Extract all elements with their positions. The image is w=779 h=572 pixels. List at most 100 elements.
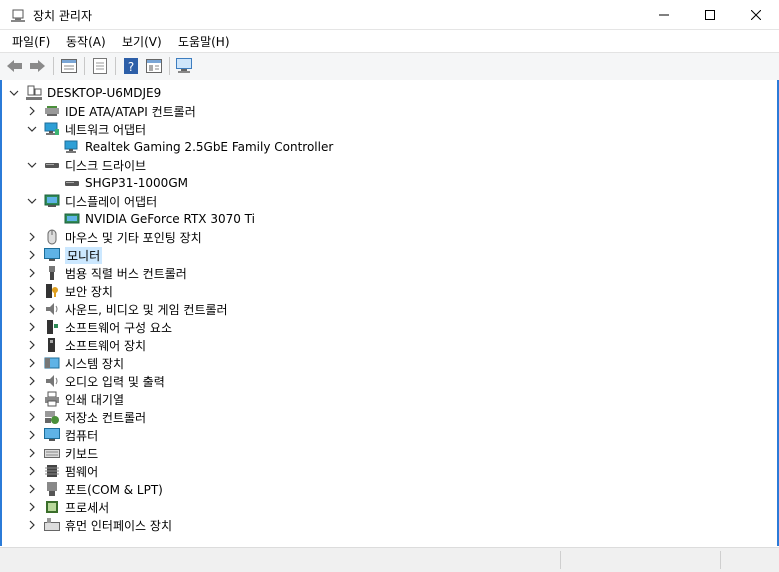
node-label: 오디오 입력 및 출력	[65, 374, 165, 389]
chevron-down-icon[interactable]	[26, 195, 38, 207]
chevron-down-icon[interactable]	[8, 87, 20, 99]
tree-root[interactable]: DESKTOP-U6MDJE9	[8, 84, 161, 102]
tree-node-firmware[interactable]: 펌웨어	[26, 462, 98, 480]
maximize-icon	[705, 9, 715, 20]
menu-view[interactable]: 보기(V)	[122, 33, 162, 50]
node-label: 인쇄 대기열	[65, 392, 125, 407]
chevron-right-icon[interactable]	[26, 303, 38, 315]
chevron-right-icon[interactable]	[26, 231, 38, 243]
chevron-right-icon[interactable]	[26, 249, 38, 261]
tree-node-ide[interactable]: IDE ATA/ATAPI 컨트롤러	[26, 102, 196, 120]
tree-node-keyboard[interactable]: 키보드	[26, 444, 98, 462]
chevron-right-icon[interactable]	[26, 429, 38, 441]
leaf-label: Realtek Gaming 2.5GbE Family Controller	[85, 140, 334, 154]
toolbar: ?	[0, 52, 779, 81]
tree-node-software-component[interactable]: 소프트웨어 구성 요소	[26, 318, 172, 336]
update-driver-button[interactable]	[90, 57, 110, 75]
sound-icon	[46, 303, 58, 315]
properties-icon	[61, 59, 77, 73]
tree-node-mouse[interactable]: 마우스 및 기타 포인팅 장치	[26, 228, 202, 246]
forward-button[interactable]	[28, 57, 48, 75]
scan-hardware-button[interactable]	[175, 57, 195, 75]
maximize-button[interactable]	[687, 0, 733, 29]
tree-node-monitor[interactable]: 모니터	[26, 246, 103, 264]
properties-button[interactable]	[59, 57, 79, 75]
toolbar-separator	[169, 57, 170, 75]
document-icon	[93, 58, 107, 74]
tree-leaf-display-nvidia[interactable]: NVIDIA GeForce RTX 3070 Ti	[64, 210, 255, 228]
chevron-right-icon[interactable]	[26, 411, 38, 423]
audio-io-icon	[46, 375, 58, 387]
close-button[interactable]	[733, 0, 779, 29]
leaf-label: SHGP31-1000GM	[85, 176, 188, 190]
hid-icon	[44, 518, 60, 531]
mouse-icon	[47, 229, 57, 245]
printer-icon	[45, 391, 59, 407]
tree-node-usb[interactable]: 범용 직렬 버스 컨트롤러	[26, 264, 187, 282]
status-bar	[0, 547, 779, 572]
chevron-right-icon[interactable]	[26, 501, 38, 513]
chevron-right-icon[interactable]	[26, 105, 38, 117]
forward-arrow-icon	[30, 60, 45, 72]
minimize-button[interactable]	[641, 0, 687, 29]
chevron-down-icon[interactable]	[26, 123, 38, 135]
title-bar: 장치 관리자	[0, 0, 779, 30]
software-device-icon	[48, 338, 55, 352]
tree-node-disk[interactable]: 디스크 드라이브	[26, 156, 146, 174]
monitor-scan-icon	[176, 58, 192, 73]
node-label: 컴퓨터	[65, 428, 99, 443]
chevron-right-icon[interactable]	[26, 285, 38, 297]
menu-action[interactable]: 동작(A)	[66, 33, 106, 50]
tree-node-storage[interactable]: 저장소 컨트롤러	[26, 408, 146, 426]
chevron-right-icon[interactable]	[26, 393, 38, 405]
chevron-right-icon[interactable]	[26, 447, 38, 459]
tree-node-audio-io[interactable]: 오디오 입력 및 출력	[26, 372, 165, 390]
back-arrow-icon	[7, 60, 22, 72]
system-device-icon	[44, 357, 60, 369]
computer-root-icon	[26, 85, 42, 100]
node-label: 모니터	[65, 246, 103, 264]
node-label: 저장소 컨트롤러	[65, 410, 147, 425]
tree-leaf-disk-shgp[interactable]: SHGP31-1000GM	[64, 174, 188, 192]
chevron-right-icon[interactable]	[26, 375, 38, 387]
tree-node-processor[interactable]: 프로세서	[26, 498, 109, 516]
menu-bar: 파일(F) 동작(A) 보기(V) 도움말(H)	[0, 30, 779, 52]
node-label: 소프트웨어 구성 요소	[65, 320, 172, 335]
chevron-right-icon[interactable]	[26, 519, 38, 531]
toolbar-separator	[84, 57, 85, 75]
node-label: IDE ATA/ATAPI 컨트롤러	[65, 104, 196, 119]
tree-node-network[interactable]: 네트워크 어댑터	[26, 120, 146, 138]
device-manager-icon	[11, 9, 25, 22]
tree-node-computer[interactable]: 컴퓨터	[26, 426, 98, 444]
chevron-right-icon[interactable]	[26, 339, 38, 351]
display-adapter-icon	[44, 194, 60, 207]
back-button[interactable]	[5, 57, 25, 75]
menu-file[interactable]: 파일(F)	[12, 33, 50, 50]
chevron-right-icon[interactable]	[26, 357, 38, 369]
chevron-right-icon[interactable]	[26, 321, 38, 333]
display-adapter-icon	[64, 213, 80, 224]
menu-help[interactable]: 도움말(H)	[178, 33, 230, 50]
tree-node-display[interactable]: 디스플레이 어댑터	[26, 192, 157, 210]
chevron-right-icon[interactable]	[26, 465, 38, 477]
panel-button[interactable]	[144, 57, 164, 75]
software-component-icon	[47, 320, 58, 334]
tree-node-sound[interactable]: 사운드, 비디오 및 게임 컨트롤러	[26, 300, 228, 318]
tree-node-security[interactable]: 보안 장치	[26, 282, 113, 300]
close-icon	[751, 9, 761, 20]
chevron-right-icon[interactable]	[26, 483, 38, 495]
tree-node-hid[interactable]: 휴먼 인터페이스 장치	[26, 516, 172, 534]
storage-controller-icon	[45, 411, 59, 424]
chevron-right-icon[interactable]	[26, 267, 38, 279]
tree-node-ports[interactable]: 포트(COM & LPT)	[26, 480, 163, 498]
tree-node-software-device[interactable]: 소프트웨어 장치	[26, 336, 146, 354]
status-separator	[560, 551, 561, 569]
help-button[interactable]: ?	[121, 57, 141, 75]
keyboard-icon	[44, 449, 60, 458]
chevron-down-icon[interactable]	[26, 159, 38, 171]
processor-icon	[46, 501, 58, 513]
node-label: 디스플레이 어댑터	[65, 194, 158, 209]
tree-node-print-queue[interactable]: 인쇄 대기열	[26, 390, 124, 408]
tree-leaf-network-realtek[interactable]: Realtek Gaming 2.5GbE Family Controller	[64, 138, 333, 156]
tree-node-system[interactable]: 시스템 장치	[26, 354, 124, 372]
